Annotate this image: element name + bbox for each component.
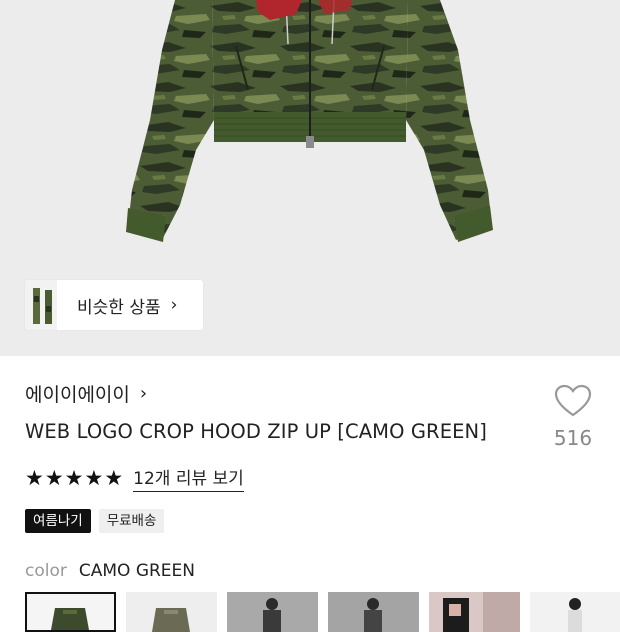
chevron-right-icon: › <box>170 295 178 315</box>
rating-row: ★ ★ ★ ★ ★ 12개 리뷰 보기 <box>25 464 244 492</box>
similar-products-label: 비슷한 상품 <box>77 297 161 318</box>
similar-products-button[interactable]: 비슷한 상품 › <box>25 280 203 330</box>
star-icon: ★ <box>25 465 44 490</box>
color-swatches <box>25 592 620 632</box>
color-swatch[interactable] <box>530 592 620 632</box>
star-icon: ★ <box>84 465 104 490</box>
color-swatch[interactable] <box>429 592 520 632</box>
chevron-right-icon: › <box>139 383 148 404</box>
badge-free-shipping: 무료배송 <box>98 509 165 533</box>
product-image[interactable]: 비슷한 상품 › <box>0 0 620 356</box>
color-swatch[interactable] <box>227 592 318 632</box>
color-value: CAMO GREEN <box>78 561 196 581</box>
similar-product-thumbnail <box>25 280 57 330</box>
color-swatch[interactable] <box>25 592 116 632</box>
color-label: color <box>25 561 67 581</box>
star-icon: ★ <box>104 465 124 490</box>
star-rating: ★ ★ ★ ★ ★ <box>25 465 124 490</box>
badge-summer: 여름나기 <box>25 509 91 533</box>
product-info: 에이이에이이 › WEB LOGO CROP HOOD ZIP UP [CAMO… <box>0 356 620 632</box>
brand-name: 에이이에이이 <box>25 384 130 406</box>
star-icon: ★ <box>44 465 64 490</box>
brand-link[interactable]: 에이이에이이 › <box>25 380 147 407</box>
like-count: 516 <box>553 426 593 450</box>
product-title: WEB LOGO CROP HOOD ZIP UP [CAMO GREEN] <box>25 420 487 443</box>
star-icon: ★ <box>64 465 84 490</box>
heart-icon <box>554 384 592 417</box>
review-link[interactable]: 12개 리뷰 보기 <box>133 464 244 492</box>
color-swatch[interactable] <box>328 592 419 632</box>
color-row: color CAMO GREEN <box>25 561 195 581</box>
color-swatch[interactable] <box>126 592 217 632</box>
badge-row: 여름나기 무료배송 <box>25 509 165 533</box>
like-button[interactable]: 516 <box>548 384 598 450</box>
